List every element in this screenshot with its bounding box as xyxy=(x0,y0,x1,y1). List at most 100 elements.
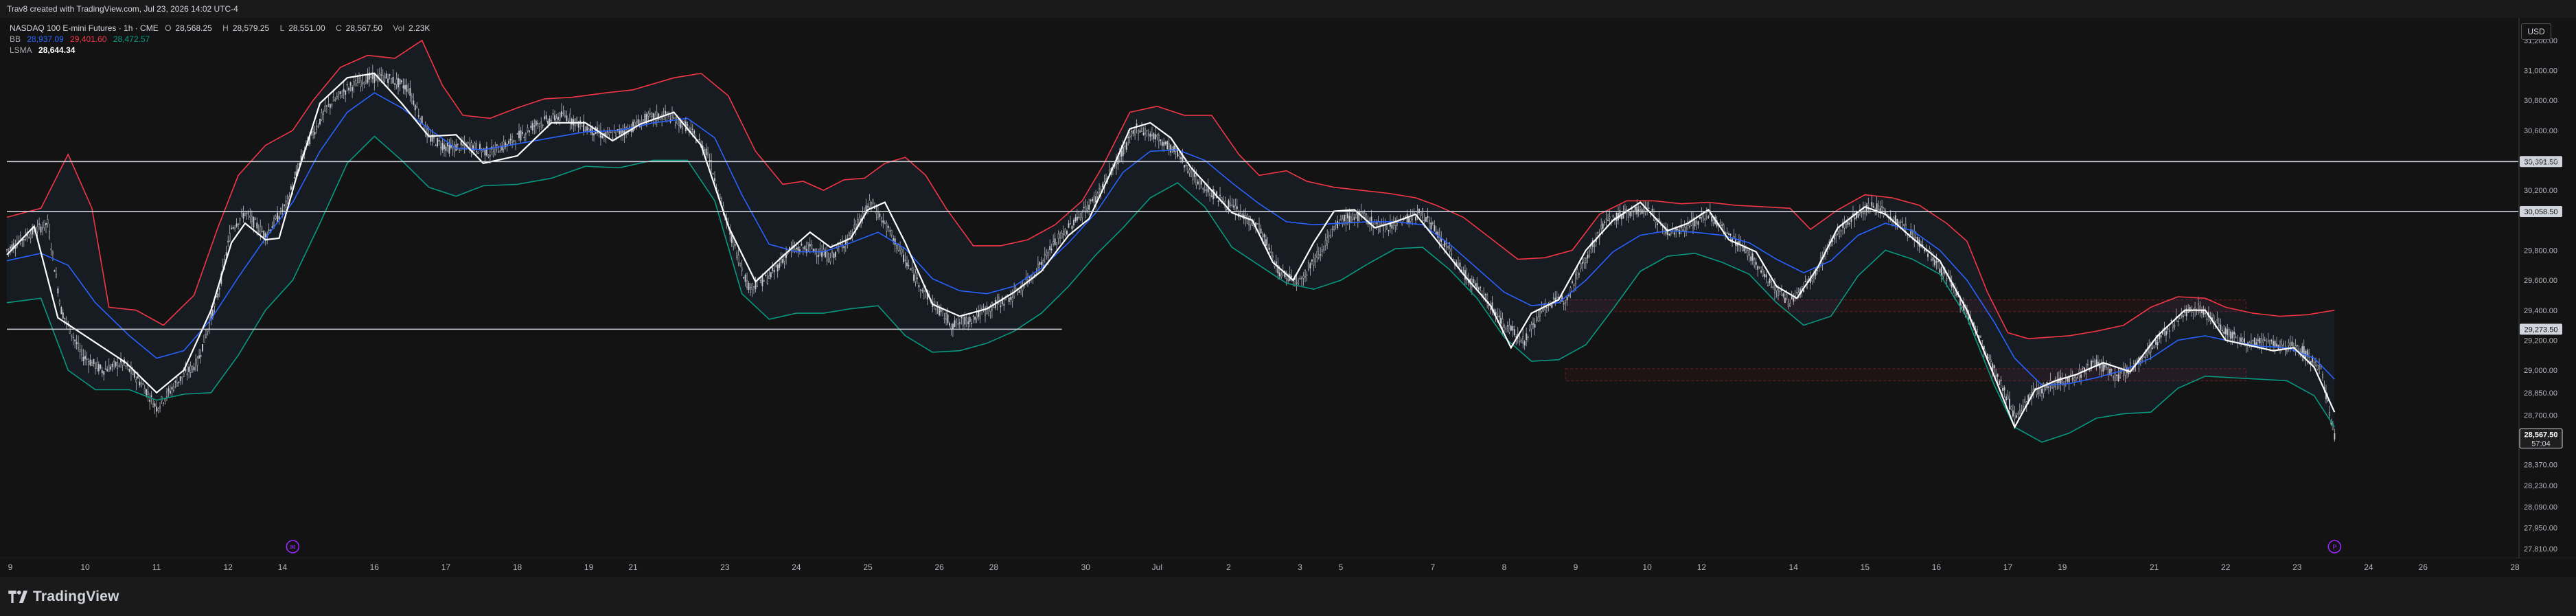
candle-body xyxy=(413,100,415,105)
candle-body xyxy=(280,208,282,214)
legend-vol-label: Vol xyxy=(393,23,405,33)
candle-body xyxy=(159,405,161,409)
candle-body xyxy=(1362,212,1364,214)
candle-body xyxy=(1248,216,1250,226)
legend-lsma-row[interactable]: LSMA 28,644.34 xyxy=(10,45,79,55)
candle-body xyxy=(557,116,559,120)
candle-body xyxy=(1039,262,1041,265)
candle-body xyxy=(1539,310,1541,317)
candle-body xyxy=(943,318,945,319)
candle-body xyxy=(1545,306,1548,308)
candle-body xyxy=(1280,274,1283,277)
candle-body xyxy=(783,255,785,262)
candle-body xyxy=(404,84,406,90)
legend-bb-row[interactable]: BB 28,937.09 29,401.60 28,472.57 xyxy=(10,34,154,44)
candle-body xyxy=(47,219,49,225)
candle-body xyxy=(1340,216,1342,221)
legend-bb-label[interactable]: BB xyxy=(10,34,21,44)
y-tick-label: 28,370.00 xyxy=(2524,461,2557,470)
candle-body xyxy=(1125,142,1127,150)
candle-body xyxy=(387,78,389,84)
candle-body xyxy=(54,270,56,272)
candle-body xyxy=(263,231,265,238)
candle-body xyxy=(1522,336,1524,344)
candle-body xyxy=(639,126,641,128)
legend-symbol[interactable]: NASDAQ 100 E-mini Futures · 1h · CME xyxy=(10,23,159,33)
candle-body xyxy=(1068,223,1070,228)
candle-body xyxy=(972,315,974,317)
x-tick-label: 2 xyxy=(1226,562,1231,572)
candle-body xyxy=(615,130,617,137)
candle-body xyxy=(2141,358,2143,361)
candle-body xyxy=(1782,293,1784,297)
candle-body xyxy=(1791,296,1793,299)
candle-body xyxy=(2104,364,2106,368)
legend-ohlc-row: NASDAQ 100 E-mini Futures · 1h · CME O 28… xyxy=(10,23,438,33)
candle-body xyxy=(2073,376,2075,381)
candle-body xyxy=(1364,213,1366,218)
x-tick-label: 15 xyxy=(1861,562,1870,572)
candle-body xyxy=(2327,400,2329,402)
candle-body xyxy=(1088,205,1090,210)
candle-body xyxy=(1637,209,1640,212)
x-tick-label: 7 xyxy=(1430,562,1435,572)
candle-body xyxy=(695,141,697,144)
candle-body xyxy=(1775,287,1778,291)
chart-frame[interactable]: 30,391.50 30,058.50 29,273.50 31,200.00 31,0… xyxy=(0,18,2576,577)
candle-body xyxy=(176,383,178,387)
x-tick-label: 16 xyxy=(1932,562,1942,572)
candle-body xyxy=(908,265,910,266)
legend-lsma-label[interactable]: LSMA xyxy=(10,45,32,55)
x-tick-label: 16 xyxy=(370,562,380,572)
candle-body xyxy=(2259,338,2261,343)
candle-body xyxy=(316,126,318,130)
candle-body xyxy=(1769,278,1771,284)
candle-body xyxy=(1388,230,1390,231)
candle-body xyxy=(516,133,518,135)
candle-body xyxy=(744,275,746,282)
candle-body xyxy=(1835,234,1837,236)
candle-body xyxy=(1879,208,1881,212)
candle-body xyxy=(525,133,527,135)
x-tick-label: 23 xyxy=(720,562,730,572)
candle-body xyxy=(739,263,741,266)
candle-body xyxy=(2328,411,2330,416)
candle-body xyxy=(499,150,501,153)
candle-body xyxy=(1587,255,1589,259)
candle-body xyxy=(542,124,544,126)
candle-body xyxy=(736,252,738,258)
candle-body xyxy=(81,350,83,355)
candle-body xyxy=(200,355,202,357)
candle-body xyxy=(527,127,529,132)
candle-body xyxy=(1232,205,1234,208)
candle-body xyxy=(1431,223,1434,224)
candle-body xyxy=(348,87,350,91)
candle-body xyxy=(518,130,520,139)
candle-body xyxy=(641,120,643,123)
candle-body xyxy=(1141,128,1143,132)
candle-body xyxy=(195,358,197,370)
x-tick-label: 21 xyxy=(2150,562,2159,572)
candle-body xyxy=(183,373,185,377)
legend-bb-upper: 29,401.60 xyxy=(70,34,107,44)
candle-body xyxy=(2089,369,2091,372)
candle-body xyxy=(1202,188,1204,190)
brand[interactable]: TradingView xyxy=(8,588,119,606)
price-chart[interactable]: 30,391.5030,058.5029,273.5031,200.0031,0… xyxy=(0,18,2576,577)
candle-body xyxy=(1804,280,1806,282)
candle-body xyxy=(1442,244,1444,246)
candle-body xyxy=(882,220,884,223)
candle-body xyxy=(707,152,709,155)
x-tick-label: 24 xyxy=(2364,562,2373,572)
candle-body xyxy=(87,361,89,365)
candle-body xyxy=(1988,357,1990,359)
candle-body xyxy=(1597,231,1599,233)
candle-body xyxy=(1086,207,1088,211)
candle-body xyxy=(2119,372,2121,378)
candle-body xyxy=(1037,264,1039,273)
candle-body xyxy=(2253,337,2255,345)
candle-body xyxy=(821,251,823,258)
candle-body xyxy=(1643,207,1645,214)
candle-body xyxy=(1995,375,1997,377)
currency-selector[interactable]: USD xyxy=(2521,23,2551,40)
